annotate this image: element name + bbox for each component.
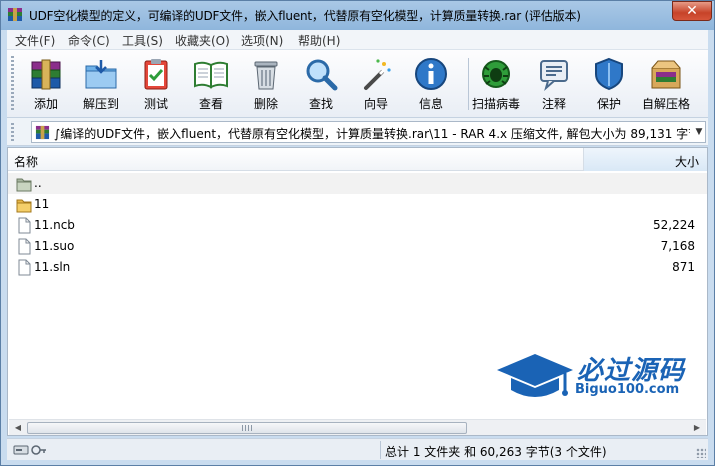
status-bar: 总计 1 文件夹 和 60,263 字节(3 个文件) (7, 438, 708, 460)
toolbar-grip[interactable] (11, 56, 14, 112)
horizontal-scrollbar[interactable]: ◀ ▶ (9, 419, 706, 435)
menu-favorites[interactable]: 收藏夹(O) (175, 32, 230, 49)
menu-bar: 文件(F) 命令(C) 工具(S) 收藏夹(O) 选项(N) 帮助(H) (7, 30, 708, 50)
scrollbar-thumb[interactable] (27, 422, 467, 434)
shield-icon (595, 57, 623, 91)
archive-icon (35, 125, 50, 140)
find-label: 查找 (308, 97, 333, 111)
view-button[interactable]: 查看 (185, 54, 237, 114)
delete-button[interactable]: 删除 (240, 54, 292, 114)
address-grip[interactable] (11, 123, 14, 141)
status-divider (380, 441, 381, 459)
add-label: 添加 (33, 97, 58, 111)
table-row[interactable]: 11.ncb 52,224 (8, 215, 707, 236)
watermark-url: Biguo100.com (575, 382, 680, 397)
column-size-header[interactable]: 大小 (584, 148, 707, 171)
column-size-label: 大小 (674, 155, 699, 169)
file-name: 11.ncb (34, 218, 75, 232)
test-label: 测试 (143, 97, 168, 111)
menu-file[interactable]: 文件(F) (15, 32, 55, 49)
add-archive-icon (31, 59, 61, 90)
path-text: ∫编译的UDF文件，嵌入fluent，代替原有空化模型，计算质量转换.rar\1… (54, 127, 690, 141)
virus-scan-label: 扫描病毒 (471, 97, 520, 111)
app-window: UDF空化模型的定义，可编译的UDF文件，嵌入fluent，代替原有空化模型，计… (0, 0, 715, 466)
file-size: 7,168 (660, 239, 695, 253)
winrar-app-icon (8, 8, 22, 21)
scroll-right-icon[interactable]: ▶ (689, 420, 705, 435)
wizard-label: 向导 (363, 97, 388, 111)
file-name: 11.sln (34, 260, 71, 274)
folder-icon (16, 199, 32, 213)
watermark: 必过源码 Biguo100.com (495, 348, 695, 406)
status-summary: 总计 1 文件夹 和 60,263 字节(3 个文件) (385, 445, 607, 459)
test-button[interactable]: 测试 (130, 54, 182, 114)
sfx-label: 自解压格 (641, 97, 690, 111)
toolbar-separator (468, 58, 469, 110)
comment-icon (540, 60, 568, 91)
table-row[interactable]: 11 (8, 194, 707, 215)
find-button[interactable]: 查找 (295, 54, 347, 114)
path-combobox[interactable]: ∫编译的UDF文件，嵌入fluent，代替原有空化模型，计算质量转换.rar\1… (31, 121, 706, 143)
file-name: 11.suo (34, 239, 75, 253)
title-bar[interactable]: UDF空化模型的定义，可编译的UDF文件，嵌入fluent，代替原有空化模型，计… (1, 1, 714, 30)
sfx-box-icon (651, 60, 681, 89)
wizard-button[interactable]: 向导 (350, 54, 402, 114)
file-icon (18, 238, 31, 255)
graduation-cap-icon (497, 354, 573, 397)
table-row[interactable]: .. (8, 173, 707, 194)
menu-tools[interactable]: 工具(S) (122, 32, 163, 49)
parent-folder-icon (16, 178, 32, 192)
protect-label: 保护 (596, 97, 621, 111)
comment-button[interactable]: 注释 (528, 54, 580, 114)
file-name: .. (34, 176, 42, 190)
add-button[interactable]: 添加 (20, 54, 72, 114)
file-icon (18, 259, 31, 276)
status-drive-key-icon (13, 445, 46, 455)
wizard-wand-icon (364, 59, 391, 90)
menu-options[interactable]: 选项(N) (241, 32, 283, 49)
address-bar: ∫编译的UDF文件，嵌入fluent，代替原有空化模型，计算质量转换.rar\1… (7, 118, 708, 146)
file-size: 871 (672, 260, 695, 274)
magnifier-icon (306, 59, 338, 91)
extract-to-label: 解压到 (82, 97, 119, 111)
table-row[interactable]: 11.suo 7,168 (8, 236, 707, 257)
test-clipboard-icon (144, 59, 168, 90)
view-book-icon (194, 61, 228, 89)
extract-folder-icon (85, 60, 117, 89)
extract-to-button[interactable]: 解压到 (75, 54, 127, 114)
close-button[interactable]: ✕ (672, 1, 712, 21)
table-row[interactable]: 11.sln 871 (8, 257, 707, 278)
file-list[interactable]: 名称 ▲ 大小 .. 11 (7, 147, 708, 436)
scrollbar-grip (242, 425, 252, 431)
comment-label: 注释 (541, 97, 566, 111)
scroll-left-icon[interactable]: ◀ (10, 420, 26, 435)
info-button[interactable]: 信息 (405, 54, 457, 114)
chevron-down-icon[interactable]: ▼ (692, 122, 706, 142)
resize-grip[interactable] (696, 448, 706, 458)
column-name-header[interactable]: 名称 (14, 153, 38, 170)
file-icon (18, 217, 31, 234)
view-label: 查看 (198, 97, 223, 111)
protect-button[interactable]: 保护 (583, 54, 635, 114)
file-name: 11 (34, 197, 50, 211)
file-size: 52,224 (653, 218, 695, 232)
delete-label: 删除 (253, 97, 278, 111)
list-header: 名称 ▲ 大小 (8, 148, 707, 171)
menu-commands[interactable]: 命令(C) (68, 32, 110, 49)
info-icon (415, 58, 447, 90)
toolbar: 添加 解压到 测试 查看 删除 查找 向导 信息 扫描病毒 注释 保护 自解压格 (7, 50, 708, 118)
info-label: 信息 (418, 97, 443, 111)
trash-icon (254, 61, 278, 90)
sfx-button[interactable]: 自解压格 (640, 54, 692, 114)
virus-scan-icon (482, 60, 510, 88)
virus-scan-button[interactable]: 扫描病毒 (470, 54, 522, 114)
menu-help[interactable]: 帮助(H) (298, 32, 340, 49)
window-title: UDF空化模型的定义，可编译的UDF文件，嵌入fluent，代替原有空化模型，计… (29, 9, 581, 23)
